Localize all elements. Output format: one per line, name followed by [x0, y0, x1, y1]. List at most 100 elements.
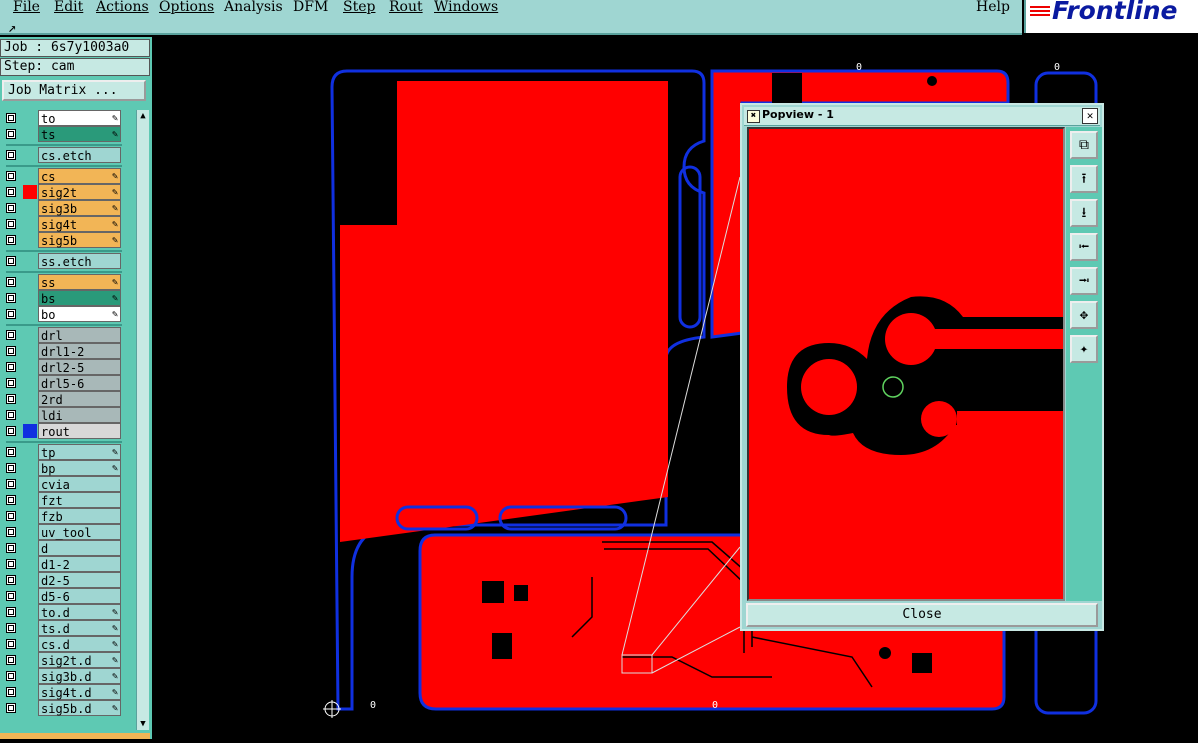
layer-row[interactable]: ss ✎ — [2, 274, 122, 290]
layer-checkbox[interactable] — [6, 607, 16, 617]
menu-rout[interactable]: Rout — [389, 0, 423, 15]
layer-row[interactable]: ts.d ✎ — [2, 620, 122, 636]
layer-row[interactable]: fzt — [2, 492, 122, 508]
layer-checkbox[interactable] — [6, 575, 16, 585]
layer-color-swatch[interactable] — [23, 111, 37, 125]
layer-row[interactable]: fzb — [2, 508, 122, 524]
layer-color-swatch[interactable] — [23, 360, 37, 374]
layer-checkbox[interactable] — [6, 655, 16, 665]
layer-name[interactable]: tp ✎ — [38, 444, 121, 460]
layer-color-swatch[interactable] — [23, 148, 37, 162]
layer-checkbox[interactable] — [6, 346, 16, 356]
layer-row[interactable]: sig4t.d ✎ — [2, 684, 122, 700]
layer-color-swatch[interactable] — [23, 637, 37, 651]
layer-row[interactable]: bp ✎ — [2, 460, 122, 476]
layer-name[interactable]: sig2t ✎ — [38, 184, 121, 200]
layer-name[interactable]: ss ✎ — [38, 274, 121, 290]
layer-checkbox[interactable] — [6, 687, 16, 697]
layer-name[interactable]: d1-2 — [38, 556, 121, 572]
layer-color-swatch[interactable] — [23, 621, 37, 635]
layer-row[interactable]: 2rd — [2, 391, 122, 407]
layer-checkbox[interactable] — [6, 256, 16, 266]
scroll-down-icon[interactable]: ▼ — [137, 718, 149, 730]
layer-color-swatch[interactable] — [23, 653, 37, 667]
layer-color-swatch[interactable] — [23, 185, 37, 199]
layer-color-swatch[interactable] — [23, 254, 37, 268]
layer-name[interactable]: uv_tool — [38, 524, 121, 540]
zoom-fit-icon[interactable]: ⧉ — [1070, 131, 1098, 159]
menu-analysis[interactable]: Analysis — [224, 0, 283, 15]
layer-row[interactable]: d1-2 — [2, 556, 122, 572]
layer-name[interactable]: bp ✎ — [38, 460, 121, 476]
job-matrix-button[interactable]: Job Matrix ... — [2, 80, 146, 101]
layer-checkbox[interactable] — [6, 623, 16, 633]
layer-color-swatch[interactable] — [23, 557, 37, 571]
menu-dfm[interactable]: DFM — [293, 0, 328, 15]
layer-row[interactable]: to ✎ — [2, 110, 122, 126]
layer-row[interactable]: drl1-2 — [2, 343, 122, 359]
layer-checkbox[interactable] — [6, 559, 16, 569]
layer-name[interactable]: drl — [38, 327, 121, 343]
layer-color-swatch[interactable] — [23, 217, 37, 231]
layer-checkbox[interactable] — [6, 378, 16, 388]
layer-name[interactable]: ts.d ✎ — [38, 620, 121, 636]
layer-color-swatch[interactable] — [23, 291, 37, 305]
layer-checkbox[interactable] — [6, 203, 16, 213]
layer-name[interactable]: cvia — [38, 476, 121, 492]
layer-checkbox[interactable] — [6, 410, 16, 420]
layer-checkbox[interactable] — [6, 671, 16, 681]
popview-close-button[interactable]: Close — [746, 603, 1098, 627]
layer-name[interactable]: to.d ✎ — [38, 604, 121, 620]
layer-color-swatch[interactable] — [23, 445, 37, 459]
layer-row[interactable]: uv_tool — [2, 524, 122, 540]
layer-color-swatch[interactable] — [23, 525, 37, 539]
layer-color-swatch[interactable] — [23, 461, 37, 475]
layer-row[interactable]: d — [2, 540, 122, 556]
layer-color-swatch[interactable] — [23, 376, 37, 390]
layer-color-swatch[interactable] — [23, 493, 37, 507]
layer-checkbox[interactable] — [6, 703, 16, 713]
layer-row[interactable]: cs ✎ — [2, 168, 122, 184]
layer-name[interactable]: ts ✎ — [38, 126, 121, 142]
layer-color-swatch[interactable] — [23, 307, 37, 321]
popview-titlebar[interactable]: ✖ Popview - 1 ✕ — [744, 107, 1100, 126]
layer-scrollbar[interactable]: ▲ ▼ — [136, 110, 149, 730]
layer-name[interactable]: sig5b ✎ — [38, 232, 121, 248]
layer-checkbox[interactable] — [6, 235, 16, 245]
layer-checkbox[interactable] — [6, 113, 16, 123]
layer-row[interactable]: sig3b.d ✎ — [2, 668, 122, 684]
layer-checkbox[interactable] — [6, 426, 16, 436]
layer-checkbox[interactable] — [6, 543, 16, 553]
layer-row[interactable]: bo ✎ — [2, 306, 122, 322]
layer-checkbox[interactable] — [6, 591, 16, 601]
menu-step[interactable]: Step — [343, 0, 375, 15]
layer-color-swatch[interactable] — [23, 477, 37, 491]
pan-up-icon[interactable]: ⭱ — [1070, 165, 1098, 193]
layer-color-swatch[interactable] — [23, 701, 37, 715]
menu-help[interactable]: Help — [976, 0, 1010, 15]
layer-name[interactable]: sig4t ✎ — [38, 216, 121, 232]
layer-row[interactable]: rout — [2, 423, 122, 439]
layer-name[interactable]: bs ✎ — [38, 290, 121, 306]
layer-row[interactable]: tp ✎ — [2, 444, 122, 460]
popview-viewport[interactable] — [747, 127, 1065, 601]
layer-color-swatch[interactable] — [23, 408, 37, 422]
layer-checkbox[interactable] — [6, 447, 16, 457]
layer-checkbox[interactable] — [6, 150, 16, 160]
layer-name[interactable]: drl1-2 — [38, 343, 121, 359]
close-icon[interactable]: ✕ — [1082, 108, 1098, 124]
layer-name[interactable]: cs.d ✎ — [38, 636, 121, 652]
layer-name[interactable]: cs.etch — [38, 147, 121, 163]
layer-name[interactable]: 2rd — [38, 391, 121, 407]
layer-row[interactable]: drl2-5 — [2, 359, 122, 375]
layer-color-swatch[interactable] — [23, 589, 37, 603]
layer-name[interactable]: sig5b.d ✎ — [38, 700, 121, 716]
layer-row[interactable]: cs.etch — [2, 147, 122, 163]
layer-checkbox[interactable] — [6, 309, 16, 319]
layer-checkbox[interactable] — [6, 394, 16, 404]
layer-row[interactable]: drl5-6 — [2, 375, 122, 391]
layer-color-swatch[interactable] — [23, 275, 37, 289]
layer-name[interactable]: fzt — [38, 492, 121, 508]
layer-checkbox[interactable] — [6, 527, 16, 537]
layer-name[interactable]: fzb — [38, 508, 121, 524]
